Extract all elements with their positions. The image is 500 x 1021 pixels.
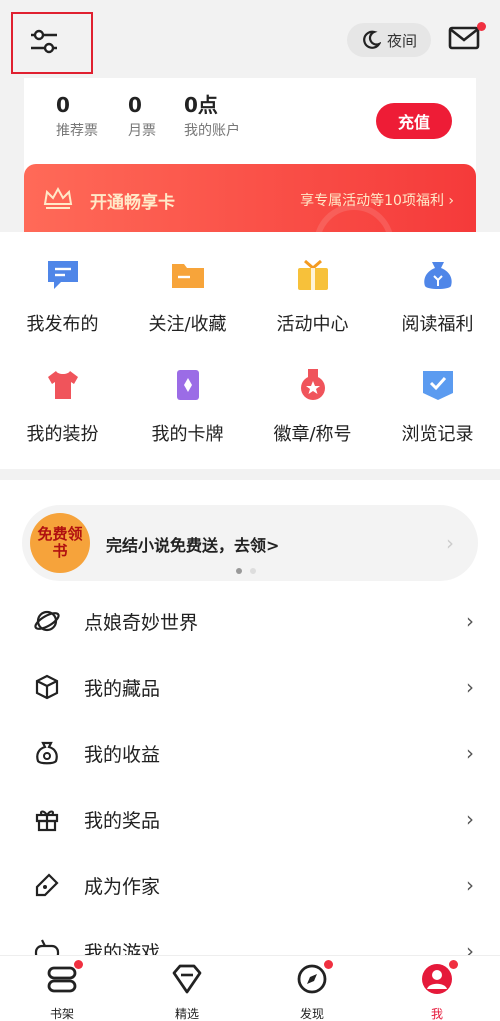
history-icon (422, 371, 453, 400)
chevron-right-icon: › (466, 675, 474, 699)
folder-icon (171, 264, 204, 288)
sliders-icon (31, 29, 57, 54)
chevron-right-icon: › (466, 609, 474, 633)
monthly-tickets-stat[interactable]: 0 月票 (128, 94, 156, 140)
grid-item-browsing-history[interactable]: 浏览记录 (375, 368, 500, 468)
account-balance-value: 0点 (184, 93, 218, 117)
night-mode-label: 夜间 (386, 31, 417, 50)
account-balance-label: 我的账户 (184, 123, 240, 139)
settings-button[interactable] (11, 12, 93, 74)
bottom-tab-bar: 书架 精选 发现 我 (0, 955, 500, 1021)
notification-dot (324, 960, 333, 969)
carousel-dot (250, 568, 256, 574)
recommend-tickets-value: 0 (56, 93, 70, 117)
chat-bubble-icon (47, 261, 78, 289)
vip-title: 开通畅享卡 (90, 193, 175, 213)
menu-item-my-prizes[interactable]: 我的奖品 › (0, 786, 500, 852)
carousel-indicator (236, 568, 256, 574)
crown-icon (43, 186, 73, 209)
bookshelf-icon (45, 960, 83, 996)
account-balance-stat[interactable]: 0点 我的账户 (184, 94, 240, 140)
chevron-right-icon: › (466, 873, 474, 897)
menu-item-label: 我的藏品 (84, 677, 161, 700)
vip-benefit-link: 享专属活动等10项福利 › (300, 193, 454, 209)
grid-item-activity-center[interactable]: 活动中心 (250, 258, 375, 358)
menu-item-label: 我的奖品 (84, 809, 161, 832)
account-card: 0 推荐票 0 月票 0点 我的账户 充值 (24, 78, 476, 174)
grid-item-label: 阅读福利 (401, 314, 474, 335)
free-books-badge: 免费领书 (30, 513, 90, 573)
menu-item-label: 点娘奇妙世界 (84, 611, 199, 634)
chevron-right-icon: › (466, 807, 474, 831)
tab-bookshelf[interactable]: 书架 (22, 960, 102, 1021)
vip-banner[interactable]: 开通畅享卡 享专属活动等10项福利 › (24, 164, 476, 234)
notification-dot (449, 960, 458, 969)
pen-icon (35, 873, 59, 897)
menu-item-my-collection[interactable]: 我的藏品 › (0, 654, 500, 720)
grid-item-follow-favorites[interactable]: 关注/收藏 (125, 258, 250, 358)
grid-item-label: 徽章/称号 (273, 424, 352, 445)
grid-item-my-outfits[interactable]: 我的装扮 (0, 368, 125, 468)
tab-label: 发现 (299, 1007, 324, 1021)
grid-item-label: 我的装扮 (26, 424, 99, 445)
grid-item-label: 我发布的 (26, 314, 99, 335)
tab-featured[interactable]: 精选 (147, 962, 227, 1021)
feature-grid: 我发布的 关注/收藏 活动中心 阅读福利 我的装扮 我的卡牌 徽章/称号 浏览记… (0, 232, 500, 469)
grid-item-my-cards[interactable]: 我的卡牌 (125, 368, 250, 468)
tab-me[interactable]: 我 (397, 960, 477, 1021)
planet-icon (34, 610, 60, 632)
money-bag-icon (423, 262, 452, 289)
grid-item-label: 关注/收藏 (148, 314, 227, 335)
profile-header: 夜间 0 推荐票 0 月票 0点 我的账户 充值 开通畅享卡 享专属活动等10项… (0, 0, 500, 234)
menu-item-wonder-world[interactable]: 点娘奇妙世界 › (0, 588, 500, 654)
tab-label: 我 (430, 1007, 443, 1021)
recommend-tickets-label: 推荐票 (56, 123, 98, 139)
unread-dot (477, 22, 486, 31)
gift-icon (35, 810, 59, 832)
menu-item-label: 我的收益 (84, 743, 161, 766)
coin-bag-icon (36, 741, 58, 765)
messages-button[interactable] (448, 22, 486, 54)
gift-box-icon (297, 259, 328, 290)
tab-label: 精选 (174, 1007, 199, 1021)
tab-discover[interactable]: 发现 (272, 960, 352, 1021)
menu-item-label: 成为作家 (84, 875, 161, 898)
chevron-right-icon: › (466, 741, 474, 765)
grid-item-my-posts[interactable]: 我发布的 (0, 258, 125, 358)
grid-item-badges-titles[interactable]: 徽章/称号 (250, 368, 375, 468)
carousel-dot-active (236, 568, 242, 574)
menu-list: 免费领书 完结小说免费送，去领> › 点娘奇妙世界 › 我的藏品 › 我的收益 … (0, 480, 500, 960)
monthly-tickets-value: 0 (128, 93, 142, 117)
grid-item-label: 活动中心 (276, 314, 349, 335)
night-mode-toggle[interactable]: 夜间 (347, 23, 431, 57)
notification-dot (74, 960, 83, 969)
menu-item-my-games[interactable]: 我的游戏 › (0, 918, 500, 960)
promo-text: 完结小说免费送，去领> (106, 536, 280, 555)
recommend-tickets-stat[interactable]: 0 推荐票 (56, 94, 98, 140)
menu-item-become-writer[interactable]: 成为作家 › (0, 852, 500, 918)
medal-icon (300, 369, 325, 400)
moon-icon (363, 30, 381, 49)
tshirt-icon (47, 371, 78, 399)
grid-item-label: 我的卡牌 (151, 424, 224, 445)
tab-label: 书架 (49, 1007, 74, 1021)
grid-item-reading-rewards[interactable]: 阅读福利 (375, 258, 500, 358)
compass-icon (295, 960, 333, 996)
profile-icon (420, 960, 458, 996)
chevron-right-icon: › (446, 531, 454, 555)
recharge-button[interactable]: 充值 (376, 103, 452, 139)
cube-icon (35, 674, 59, 700)
menu-item-my-earnings[interactable]: 我的收益 › (0, 720, 500, 786)
grid-item-label: 浏览记录 (401, 424, 474, 445)
monthly-tickets-label: 月票 (128, 123, 156, 139)
card-icon (176, 370, 199, 400)
diamond-icon (170, 962, 204, 996)
